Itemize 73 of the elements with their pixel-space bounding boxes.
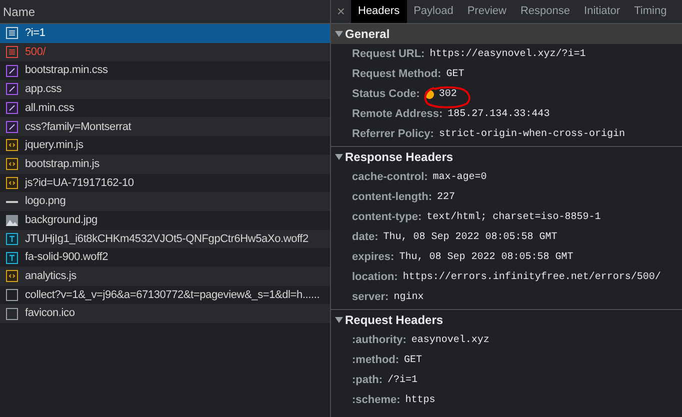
request-row[interactable]: collect?v=1&_v=j96&a=67130772&t=pageview&_s=1&dl=h...... [0,286,330,304]
request-row[interactable]: ?i=1 [0,24,330,43]
header-name: Status Code: [352,86,420,102]
hand-drawn-circle-drawing [422,86,472,110]
document-icon [6,27,18,40]
caret-icon [335,31,343,37]
header-name: Referrer Policy: [352,126,434,142]
request-row[interactable]: css?family=Montserrat [0,117,330,136]
header-value: GET [446,68,464,82]
request-row[interactable]: logo.png [0,192,330,211]
header-value: https [405,394,436,408]
tab[interactable]: Payload [406,0,460,23]
tab[interactable]: Response [513,0,578,23]
request-row[interactable]: JTUHjIg1_i6t8kCHKm4532VJOt5-QNFgpCtr6Hw5aXo.woff2 [0,230,330,248]
header-name: date: [352,230,378,245]
header-value: strict-origin-when-cross-origin [438,128,625,142]
document-icon [6,46,18,58]
header-value: GET [404,354,422,368]
font-icon [6,252,18,264]
script-icon [6,139,18,152]
close-button[interactable]: × [331,0,351,23]
dash-icon [6,200,18,203]
header-value: https://easynovel.xyz/?i=1 [430,48,586,62]
script-icon [6,176,18,189]
image-icon [6,214,18,226]
tab[interactable]: Preview [460,0,514,23]
column-header[interactable]: Name [3,2,36,20]
header-name: Request URL: [352,46,425,62]
file-icon [6,288,18,301]
stylesheet-icon [6,83,18,96]
header-name: content-length: [352,190,432,205]
header-value: /?i=1 [388,374,418,388]
header-value: https://errors.infinityfree.net/errors/500/ [402,270,661,284]
request-row[interactable]: bootstrap.min.js [0,154,330,174]
caret-icon [335,317,343,323]
tab[interactable]: Initiator [577,0,628,23]
header-name: location: [352,270,398,285]
section-header[interactable]: Request Headers [331,310,682,330]
request-row[interactable]: app.css [0,80,330,99]
header-value: Thu, 08 Sep 2022 08:05:58 GMT [399,250,574,264]
header-value: nginx [394,290,424,304]
header-name: content-type: [352,210,422,225]
header-name: :scheme: [352,392,400,408]
header-value: Thu, 08 Sep 2022 08:05:58 GMT [383,230,558,244]
header-name: Remote Address: [352,106,443,122]
header-name: Request Method: [352,66,442,82]
header-name: server: [352,290,389,305]
tab[interactable]: Headers [351,0,407,23]
section-header[interactable]: General [331,24,682,44]
request-row[interactable]: favicon.ico [0,304,330,323]
script-icon [6,158,18,170]
tab[interactable]: Timing [627,0,674,23]
caret-icon [335,154,343,160]
stylesheet-icon [6,102,18,114]
header-name: :authority: [352,332,406,348]
script-icon [6,270,18,282]
stylesheet-icon [6,120,18,133]
header-name: cache-control: [352,170,428,185]
request-row[interactable]: 500/ [0,42,330,62]
header-value: 227 [437,190,456,204]
section-header[interactable]: Response Headers [331,147,682,167]
header-value: 185.27.134.33:443 [448,108,550,122]
header-name: expires: [352,250,394,265]
header-value: max-age=0 [432,170,487,184]
font-icon [6,232,18,245]
header-value: easynovel.xyz [411,334,490,348]
file-icon [6,308,18,320]
stylesheet-icon [6,64,18,77]
header-name: :path: [352,372,383,388]
header-value: text/html; charset=iso-8859-1 [426,210,601,224]
request-row[interactable]: analytics.js [0,266,330,286]
header-name: :method: [352,352,400,368]
header-value: 302 [438,88,457,102]
